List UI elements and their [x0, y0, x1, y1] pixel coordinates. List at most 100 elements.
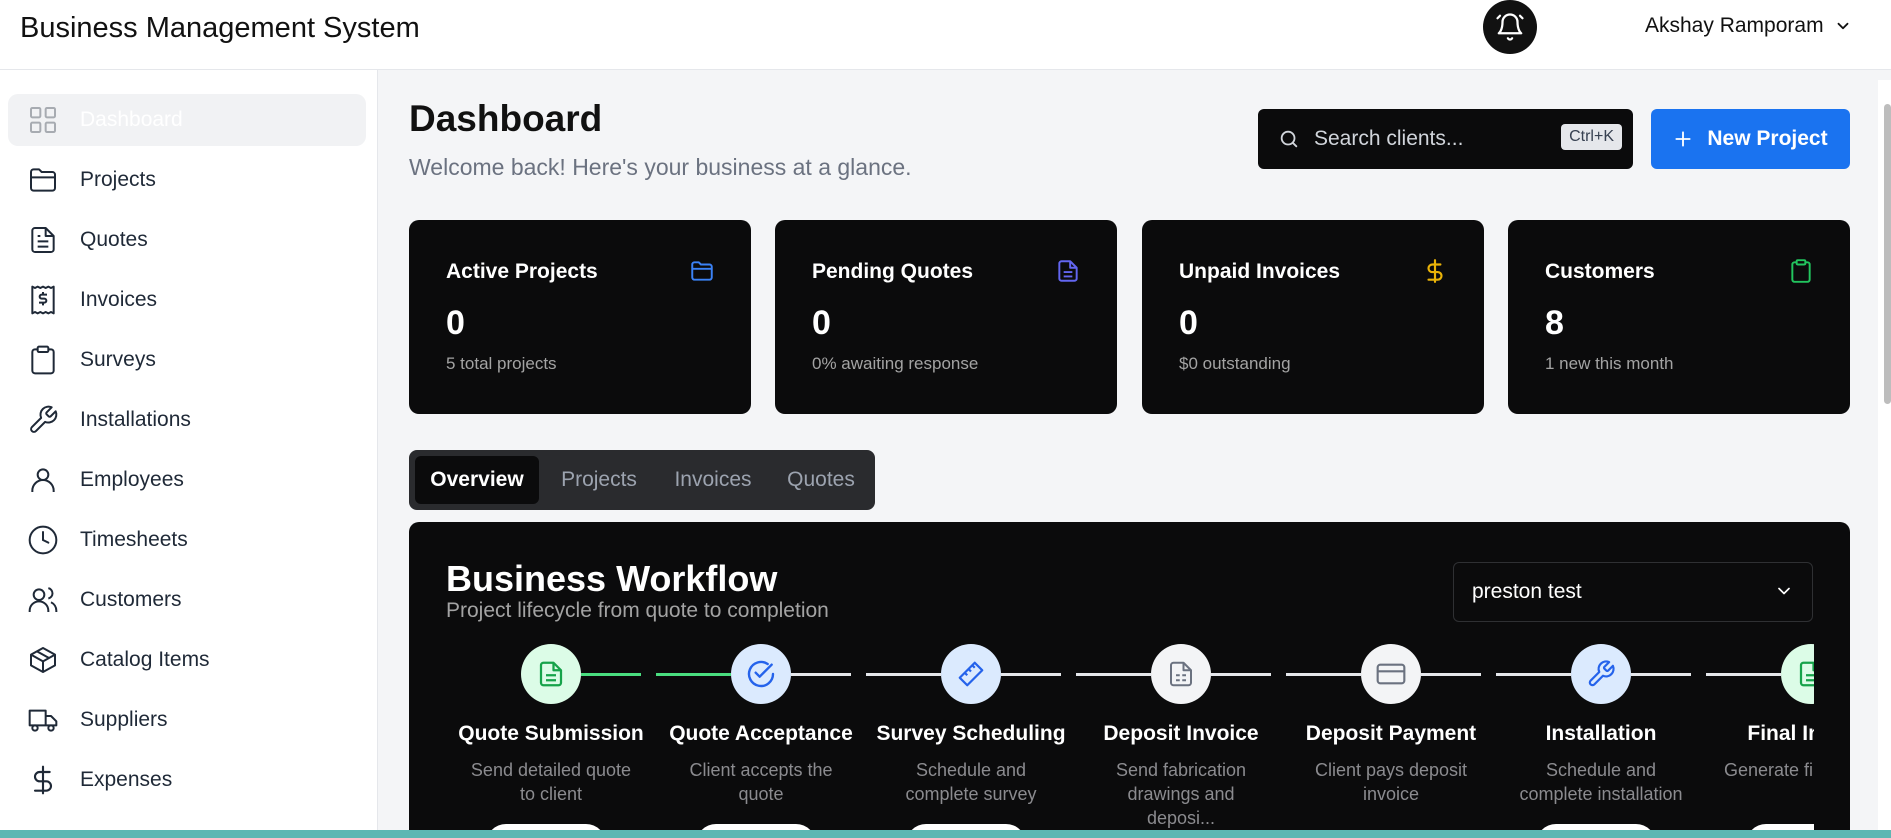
step-circle [1781, 644, 1814, 704]
tab-projects[interactable]: Projects [545, 456, 653, 504]
sidebar-item-catalog-items[interactable]: Catalog Items [8, 634, 366, 686]
search-shortcut-hint: Ctrl+K [1561, 124, 1622, 150]
app-title: Business Management System [20, 12, 420, 44]
workflow-step-quote-submission[interactable]: Quote Submission Send detailed quote to … [446, 638, 656, 838]
receipt-icon [26, 283, 60, 317]
tab-overview[interactable]: Overview [415, 456, 539, 504]
workflow-step-installation[interactable]: Installation Schedule and complete insta… [1496, 638, 1706, 838]
sidebar-item-dashboard[interactable]: Dashboard [8, 94, 366, 146]
step-connector [1496, 673, 1571, 676]
clipboard-icon [1791, 259, 1811, 283]
sidebar-item-label: Expenses [80, 768, 173, 791]
wrench-icon [1588, 660, 1615, 687]
folder-icon [26, 163, 60, 197]
ruler-icon [958, 661, 984, 687]
step-title: Quote Acceptance [669, 722, 853, 745]
step-connector [1706, 673, 1781, 676]
project-select[interactable]: preston test [1453, 562, 1813, 622]
step-title: Deposit Invoice [1103, 722, 1259, 745]
step-description: Schedule and complete survey [905, 760, 1037, 804]
step-circle [1571, 644, 1631, 704]
sidebar-item-projects[interactable]: Projects [8, 154, 366, 206]
tab-invoices[interactable]: Invoices [659, 456, 767, 504]
step-connector [866, 673, 941, 676]
workflow-step-final-invoice[interactable]: Final Invoice Generate final invoice [1706, 638, 1814, 838]
stat-note: 0% awaiting response [812, 354, 979, 373]
step-circle [521, 644, 581, 704]
sidebar: Dashboard Projects Quotes Invoices Surve… [0, 70, 378, 838]
step-description: Send fabrication drawings and deposi... [1115, 760, 1247, 828]
workflow-subtitle: Project lifecycle from quote to completi… [446, 599, 829, 622]
workflow-step-quote-acceptance[interactable]: Quote Acceptance Client accepts the quot… [656, 638, 866, 838]
chevron-down-icon [1837, 22, 1848, 30]
sidebar-item-label: Quotes [80, 228, 148, 251]
step-connector [1286, 673, 1361, 676]
step-connector [1421, 673, 1481, 676]
document-icon [1799, 661, 1814, 687]
new-project-button[interactable]: New Project [1651, 109, 1850, 169]
step-connector [656, 673, 731, 676]
step-connector [581, 673, 641, 676]
bottom-edge-strip [0, 830, 1891, 838]
workflow-title: Business Workflow [446, 558, 778, 599]
stat-card-unpaid-invoices: Unpaid Invoices 0 $0 outstanding [1142, 220, 1484, 414]
chevron-down-icon [1778, 587, 1790, 595]
workflow-step-deposit-payment[interactable]: Deposit Payment Client pays deposit invo… [1286, 638, 1496, 838]
stat-value: 0 [1179, 304, 1198, 342]
wrench-icon [26, 403, 60, 437]
sidebar-item-employees[interactable]: Employees [8, 454, 366, 506]
workflow-steps: Quote Submission Send detailed quote to … [446, 638, 1814, 838]
top-bar: Business Management System Akshay Rampor… [0, 0, 1891, 70]
sidebar-item-label: Surveys [80, 348, 156, 371]
step-title: Final Invoice [1747, 722, 1814, 745]
stat-value: 8 [1545, 304, 1564, 342]
step-title: Installation [1545, 722, 1657, 745]
credit-card-icon [1376, 663, 1406, 685]
step-title: Quote Submission [458, 722, 644, 745]
step-circle [941, 644, 1001, 704]
step-circle [1361, 644, 1421, 704]
sidebar-item-customers[interactable]: Customers [8, 574, 366, 626]
user-menu[interactable]: Akshay Ramporam [1645, 14, 1852, 38]
sidebar-item-label: Timesheets [80, 528, 188, 551]
stat-value: 0 [446, 304, 465, 342]
stat-title: Pending Quotes [812, 260, 974, 283]
step-connector [1076, 673, 1151, 676]
project-select-value: preston test [1472, 580, 1582, 603]
truck-icon [26, 703, 60, 737]
step-description: Schedule and complete installation [1519, 760, 1683, 804]
document-icon [539, 661, 563, 687]
dollar-icon [1427, 259, 1443, 283]
clipboard-icon [26, 343, 60, 377]
page-scrollbar-thumb[interactable] [1884, 104, 1891, 404]
step-circle [731, 644, 791, 704]
tab-quotes[interactable]: Quotes [773, 456, 869, 504]
dashboard-tabs: Overview Projects Invoices Quotes [409, 450, 875, 510]
workflow-step-deposit-invoice[interactable]: Deposit Invoice Send fabrication drawing… [1076, 638, 1286, 838]
business-workflow-panel: Business Workflow Project lifecycle from… [409, 522, 1850, 838]
sidebar-item-label: Catalog Items [80, 648, 210, 671]
app-root: Business Management System Akshay Rampor… [0, 0, 1891, 838]
document-icon [26, 223, 60, 257]
sidebar-item-suppliers[interactable]: Suppliers [8, 694, 366, 746]
notifications-button[interactable] [1483, 0, 1537, 54]
sidebar-item-invoices[interactable]: Invoices [8, 274, 366, 326]
sidebar-item-surveys[interactable]: Surveys [8, 334, 366, 386]
step-connector [1631, 673, 1691, 676]
sidebar-item-timesheets[interactable]: Timesheets [8, 514, 366, 566]
stat-card-customers: Customers 8 1 new this month [1508, 220, 1850, 414]
user-icon [26, 463, 60, 497]
workflow-step-survey-scheduling[interactable]: Survey Scheduling Schedule and complete … [866, 638, 1076, 838]
sidebar-item-expenses[interactable]: Expenses [8, 754, 366, 806]
new-project-label: New Project [1707, 127, 1828, 150]
sidebar-item-label: Employees [80, 468, 184, 491]
sidebar-item-label: Invoices [80, 288, 158, 311]
document-icon [1058, 260, 1078, 282]
sidebar-item-quotes[interactable]: Quotes [8, 214, 366, 266]
stat-note: 5 total projects [446, 354, 557, 373]
sidebar-item-installations[interactable]: Installations [8, 394, 366, 446]
search-input[interactable]: Search clients... Ctrl+K [1258, 109, 1633, 169]
sidebar-item-label: Installations [80, 408, 191, 431]
sidebar-item-label: Projects [80, 168, 156, 191]
users-icon [26, 583, 60, 617]
